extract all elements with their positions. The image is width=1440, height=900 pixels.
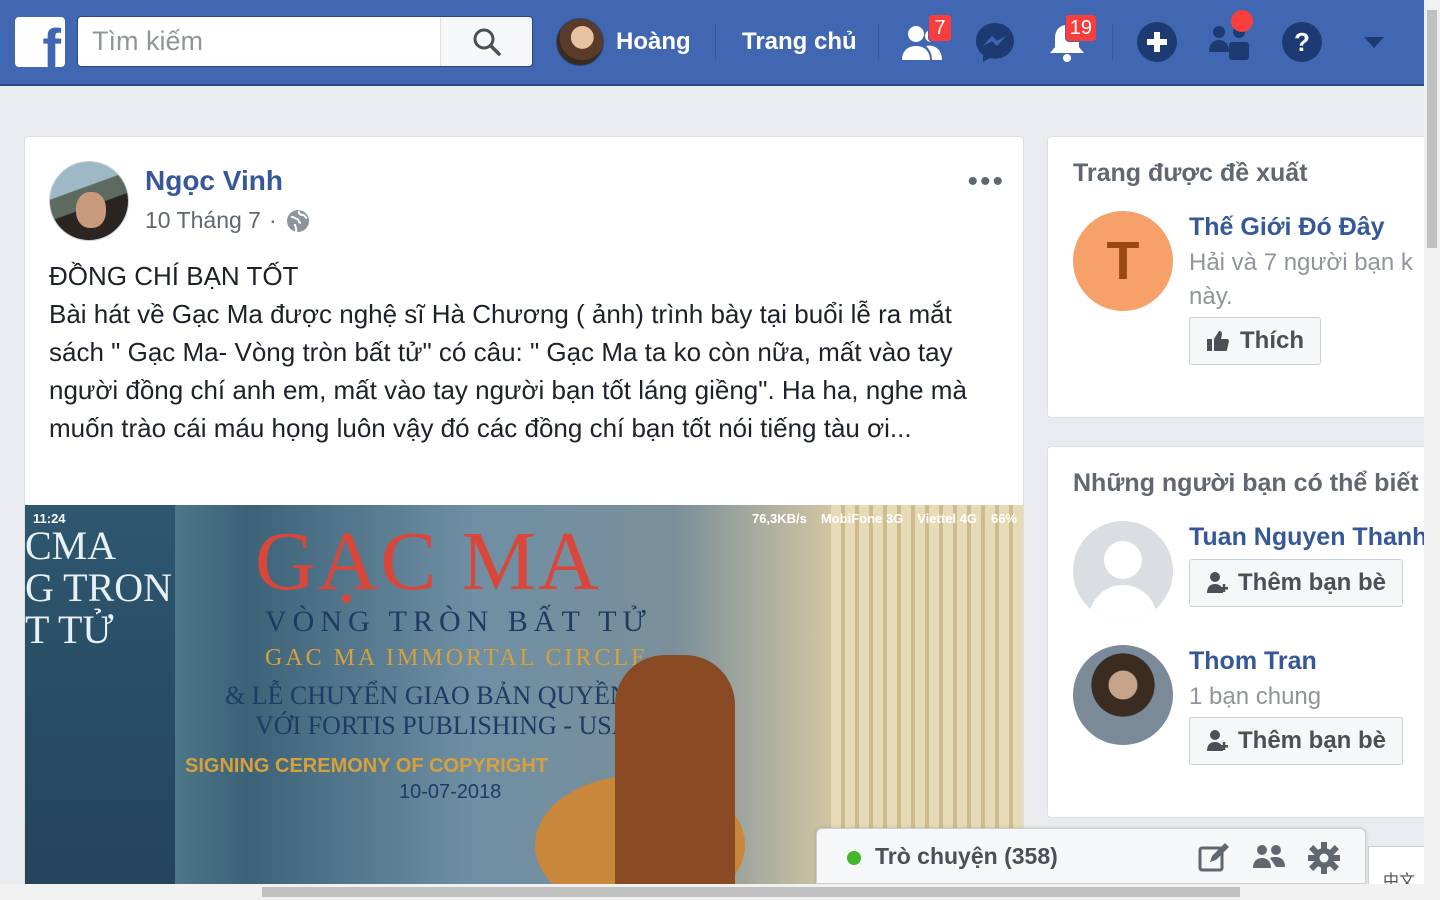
profile-name: Hoàng: [616, 28, 691, 55]
like-button-label: Thích: [1240, 327, 1304, 354]
banner-date: 10-07-2018: [399, 781, 502, 803]
plus-icon: [1137, 22, 1177, 62]
post-body: Bài hát về Gạc Ma được nghệ sĩ Hà Chương…: [49, 299, 967, 443]
suggested-page-context: Hải và 7 người bạn k: [1189, 249, 1413, 276]
help-button[interactable]: ?: [1280, 20, 1324, 64]
new-group-icon: [1253, 845, 1285, 868]
search-input[interactable]: [78, 17, 440, 66]
add-friend-button[interactable]: Thêm bạn bè: [1189, 717, 1404, 765]
friend-requests-badge: 7: [928, 14, 952, 42]
globe-icon: [286, 209, 309, 232]
help-icon: ?: [1282, 22, 1322, 62]
compose-message-button[interactable]: [1197, 841, 1231, 875]
horizontal-scrollbar-thumb[interactable]: [262, 887, 1240, 897]
book-cover: CMA G TRON T TỬ: [25, 505, 175, 895]
groups-button[interactable]: [1207, 10, 1253, 64]
add-friend-label: Thêm bạn bè: [1238, 569, 1387, 596]
caret-down-icon: [1364, 37, 1384, 48]
vertical-scrollbar-thumb[interactable]: [1427, 10, 1437, 248]
thumbs-up-icon: [1207, 331, 1229, 351]
search-box: [77, 16, 533, 67]
suggested-pages-card: Trang được đề xuất T Thế Giới Đó Đây Hải…: [1047, 136, 1437, 418]
settings-icon: [1308, 842, 1340, 874]
notifications-button[interactable]: 19: [1045, 14, 1097, 64]
status-battery: 66%: [990, 511, 1017, 526]
svg-text:?: ?: [1294, 27, 1310, 57]
top-navigation-bar: f Hoàng Trang chủ 7 19 ?: [0, 0, 1424, 86]
status-speed: 76,3KB/s: [751, 511, 807, 526]
people-you-may-know-card: Những người bạn có thể biết Tuan Nguyen …: [1047, 446, 1437, 818]
post-meta: 10 Tháng 7 ·: [145, 207, 311, 234]
chat-label: Trò chuyện (358): [875, 843, 1058, 869]
groups-badge: [1231, 10, 1253, 32]
like-page-button[interactable]: Thích: [1189, 317, 1321, 365]
status-carrier-1: MobiFone 3G: [820, 511, 904, 526]
post-text: ĐỒNG CHÍ BẠN TỐT Bài hát về Gạc Ma được …: [49, 257, 999, 447]
language-widget[interactable]: 中文: [1368, 846, 1424, 890]
account-menu-button[interactable]: [1352, 20, 1396, 64]
add-friend-icon: [1207, 572, 1228, 593]
compose-icon: [1198, 843, 1229, 872]
nav-divider: [1112, 24, 1113, 60]
news-feed-post: Ngọc Vinh 10 Tháng 7 · ••• ĐỒNG CHÍ BẠN …: [24, 136, 1024, 896]
notifications-badge: 19: [1064, 14, 1097, 42]
horizontal-scrollbar[interactable]: [0, 884, 1440, 900]
status-carrier-2: Viettel 4G: [917, 511, 977, 526]
page-avatar[interactable]: T: [1073, 211, 1173, 311]
post-author-name[interactable]: Ngọc Vinh: [145, 165, 283, 197]
singer-shape: [615, 655, 735, 895]
banner-subtitle-en: GAC MA IMMORTAL CIRCLE: [265, 645, 649, 671]
post-date[interactable]: 10 Tháng 7: [145, 207, 261, 234]
suggested-page-context-2: này.: [1189, 283, 1233, 310]
banner-title: GẠC MA: [255, 515, 601, 608]
add-friend-icon: [1207, 730, 1228, 751]
banner-subtitle: VÒNG TRÒN BẤT TỬ: [265, 605, 652, 638]
search-icon: [473, 28, 501, 56]
online-status-icon: [847, 851, 861, 865]
mutual-friends[interactable]: 1 bạn chung: [1189, 683, 1321, 711]
chat-sidebar-bar[interactable]: Trò chuyện (358): [816, 828, 1366, 884]
search-button[interactable]: [440, 17, 532, 66]
person-avatar[interactable]: [1073, 521, 1173, 621]
add-friend-label: Thêm bạn bè: [1238, 727, 1387, 754]
banner-line-1: & LỄ CHUYỂN GIAO BẢN QUYỀN: [225, 681, 629, 710]
home-link[interactable]: Trang chủ: [742, 28, 857, 56]
status-time: 11:24: [33, 511, 66, 526]
vertical-scrollbar[interactable]: [1424, 0, 1440, 884]
add-friend-button[interactable]: Thêm bạn bè: [1189, 559, 1404, 607]
person-avatar[interactable]: [1073, 645, 1173, 745]
nav-profile-link[interactable]: Hoàng: [556, 18, 691, 66]
nav-divider: [715, 24, 716, 60]
banner-line-3: SIGNING CEREMONY OF COPYRIGHT: [185, 755, 548, 777]
create-button[interactable]: [1135, 20, 1179, 64]
messenger-icon: [976, 23, 1014, 62]
nav-divider: [878, 24, 879, 60]
book-cover-text: CMA G TRON T TỬ: [25, 523, 173, 652]
banner-line-2: VỚI FORTIS PUBLISHING - USA: [255, 711, 631, 740]
facebook-logo-icon[interactable]: f: [15, 17, 65, 67]
post-title-line: ĐỒNG CHÍ BẠN TỐT: [49, 261, 299, 291]
pymk-title: Những người bạn có thể biết: [1073, 469, 1419, 497]
author-avatar[interactable]: [49, 161, 129, 241]
chat-settings-button[interactable]: [1307, 841, 1341, 875]
meta-separator: ·: [268, 207, 277, 233]
person-name[interactable]: Thom Tran: [1189, 647, 1317, 676]
person-name[interactable]: Tuan Nguyen Thanh: [1189, 523, 1427, 552]
friend-requests-button[interactable]: 7: [900, 14, 952, 64]
new-group-button[interactable]: [1252, 841, 1286, 875]
avatar: [556, 18, 604, 66]
messenger-button[interactable]: [973, 20, 1017, 64]
post-options-button[interactable]: •••: [967, 165, 1005, 199]
suggested-pages-title: Trang được đề xuất: [1073, 159, 1308, 187]
suggested-page-name[interactable]: Thế Giới Đó Đây: [1189, 213, 1385, 242]
